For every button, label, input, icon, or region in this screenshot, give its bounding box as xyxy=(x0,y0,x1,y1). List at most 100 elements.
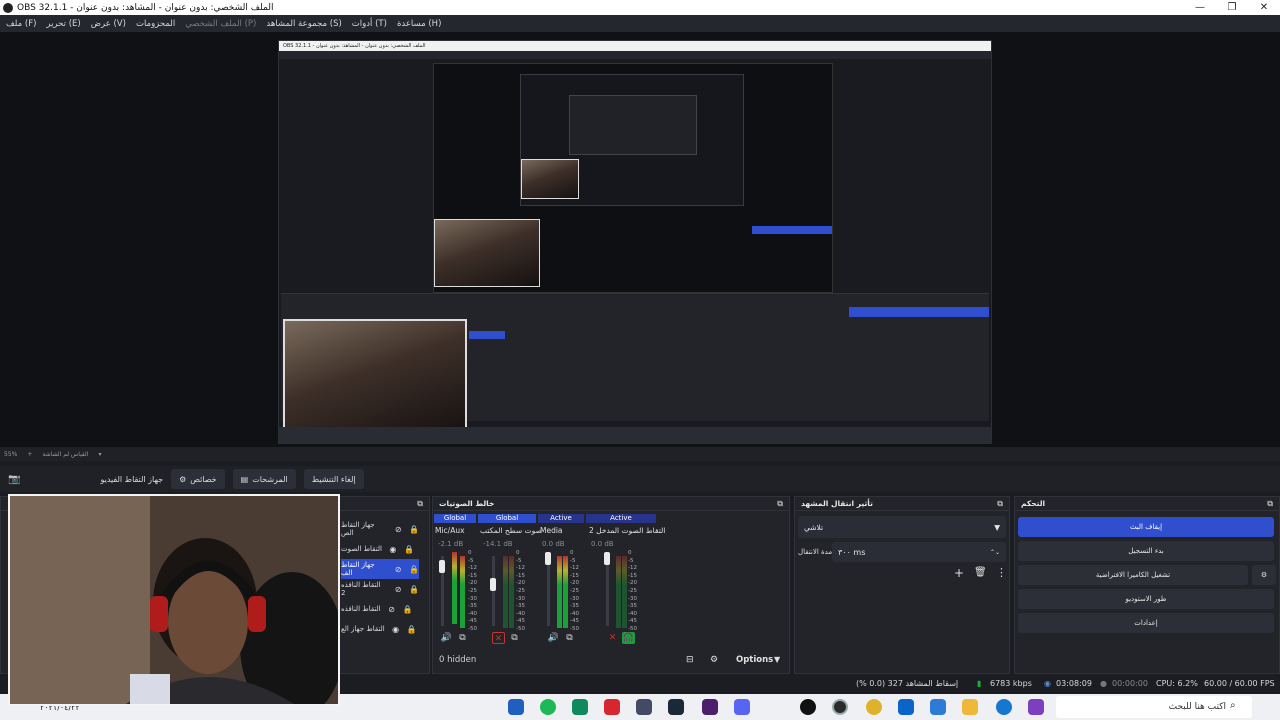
menu-file[interactable]: ملف (F) xyxy=(6,19,36,29)
dock-popout-icon[interactable]: ⧉ xyxy=(997,499,1003,509)
volume-fader[interactable] xyxy=(490,578,496,591)
eye-hidden-icon[interactable]: ⊘ xyxy=(393,564,403,574)
source-item[interactable]: التقاط النافذه 2 ⊘ 🔒 xyxy=(341,579,419,599)
lock-icon[interactable]: 🔒 xyxy=(404,544,414,554)
lock-icon[interactable]: 🔒 xyxy=(409,584,419,594)
spin-icon[interactable]: ⌃⌄ xyxy=(990,549,1000,556)
menu-help[interactable]: مساعدة (H) xyxy=(397,19,441,29)
monitor-icon[interactable]: ⧉ xyxy=(508,632,521,644)
eye-icon[interactable]: ◉ xyxy=(391,624,401,634)
taskbar-search[interactable]: اكتب هنا للبحث xyxy=(1056,696,1252,718)
app-icon[interactable] xyxy=(800,699,816,715)
source-item[interactable]: جهاز التقاط الص ⊘ 🔒 xyxy=(341,519,419,539)
scale-mode[interactable]: القياس لم الشاشة xyxy=(42,451,88,458)
menu-profile[interactable]: الملف الشخصي (P) xyxy=(185,19,256,29)
menu-tools[interactable]: أدوات (T) xyxy=(352,19,387,29)
duration-label: مدة الانتقال xyxy=(798,548,833,556)
lock-icon[interactable]: 🔒 xyxy=(409,564,419,574)
settings-button[interactable]: إعدادات xyxy=(1018,613,1274,633)
speaker-icon[interactable]: 🔊 xyxy=(547,632,560,644)
channel-name[interactable]: صوت سطح المكتب xyxy=(480,526,542,535)
speaker-muted-icon[interactable]: ✕ xyxy=(606,632,619,644)
speaker-icon[interactable]: 🔊 xyxy=(440,632,453,644)
monitor-icon[interactable]: ⧉ xyxy=(563,632,576,644)
lock-icon[interactable]: 🔒 xyxy=(409,524,419,534)
chrome-icon[interactable] xyxy=(866,699,882,715)
volume-fader[interactable] xyxy=(545,552,551,565)
source-label: التقاط جهاز الع xyxy=(341,625,385,633)
volume-fader[interactable] xyxy=(439,560,445,573)
channel-name[interactable]: Mic/Aux xyxy=(435,526,465,535)
menu-docks[interactable]: المحزومات xyxy=(136,19,175,29)
app-icon[interactable] xyxy=(1028,699,1044,715)
camera-icon[interactable]: 📷 xyxy=(8,474,20,485)
lock-icon[interactable]: 🔒 xyxy=(403,604,413,614)
layout-icon[interactable]: ⊟ xyxy=(686,655,694,665)
trash-icon[interactable]: 🗑 xyxy=(974,567,987,578)
source-item-selected[interactable]: جهاز التقاط الف ⊘ 🔒 xyxy=(341,559,419,579)
source-item[interactable]: التقاط الصوت ◉ 🔒 xyxy=(341,539,419,559)
eye-hidden-icon[interactable]: ⊘ xyxy=(393,584,403,594)
dock-popout-icon[interactable]: ⧉ xyxy=(417,499,423,509)
source-label: جهاز التقاط الف xyxy=(341,561,375,577)
outlook-icon[interactable] xyxy=(898,699,914,715)
gear-icon[interactable]: ⚙ xyxy=(710,655,718,665)
eye-icon[interactable]: ◉ xyxy=(388,544,398,554)
whatsapp-icon[interactable] xyxy=(540,699,556,715)
search-icon[interactable]: ⌕ xyxy=(1230,700,1236,711)
zoom-level[interactable]: 55% xyxy=(4,451,17,458)
restore-button[interactable]: ❐ xyxy=(1216,2,1248,13)
filters-button[interactable]: ▤ المرشحات xyxy=(232,469,296,489)
menu-edit[interactable]: تحرير (E) xyxy=(46,19,80,29)
channel-name[interactable]: Media xyxy=(540,526,563,535)
app-icon[interactable] xyxy=(636,699,652,715)
edge-icon[interactable] xyxy=(996,699,1012,715)
lock-icon[interactable]: 🔒 xyxy=(407,624,417,634)
menu-view[interactable]: عرض (V) xyxy=(91,19,126,29)
netflix-icon[interactable] xyxy=(604,699,620,715)
source-label: التقاط النافذه 2 xyxy=(341,581,381,597)
dock-popout-icon[interactable]: ⧉ xyxy=(1267,499,1273,509)
stop-stream-button[interactable]: إيقاف البث xyxy=(1018,517,1274,537)
scale-mode-chevron-icon[interactable]: ▾ xyxy=(98,451,101,458)
start-recording-button[interactable]: بدء التسجيل xyxy=(1018,541,1274,561)
volume-fader-track[interactable] xyxy=(547,556,550,626)
premiere-icon[interactable] xyxy=(702,699,718,715)
steam-icon[interactable] xyxy=(668,699,684,715)
eye-hidden-icon[interactable]: ⊘ xyxy=(387,604,397,614)
virtual-camera-button[interactable]: تشغيل الكاميرا الافتراضية xyxy=(1018,565,1248,585)
source-item[interactable]: التقاط جهاز الع ◉ 🔒 xyxy=(341,619,419,639)
properties-button[interactable]: ⚙ خصائص xyxy=(171,469,225,489)
more-icon[interactable]: ⋮ xyxy=(996,566,1007,579)
speaker-muted-icon[interactable]: ✕ xyxy=(492,632,505,644)
dock-popout-icon[interactable]: ⧉ xyxy=(777,499,783,509)
menu-scene-collection[interactable]: مجموعة المشاهد (S) xyxy=(266,19,341,29)
eye-hidden-icon[interactable]: ⊘ xyxy=(393,524,403,534)
defender-icon[interactable] xyxy=(508,699,524,715)
volume-fader-track[interactable] xyxy=(606,556,609,626)
source-item[interactable]: التقاط النافذه ⊘ 🔒 xyxy=(341,599,419,619)
virtual-camera-settings-icon[interactable]: ⚙ xyxy=(1252,565,1276,585)
folder-icon[interactable] xyxy=(962,699,978,715)
minimize-button[interactable]: — xyxy=(1184,2,1216,13)
monitor-icon[interactable]: ⧉ xyxy=(456,632,469,644)
store-icon[interactable] xyxy=(930,699,946,715)
cpu-usage: CPU: 6.2% xyxy=(1156,679,1198,688)
channel-name[interactable]: التقاط الصوت المدخل 2 xyxy=(589,526,665,535)
preview-canvas[interactable]: OBS 32.1.1 - الملف الشخصي: بدون عنوان - … xyxy=(0,32,1280,447)
discord-icon[interactable] xyxy=(734,699,750,715)
headphone-icon[interactable]: 🎧 xyxy=(622,632,635,644)
transition-select[interactable]: تلاشي ▼ xyxy=(798,516,1006,538)
duration-field[interactable]: ٣٠٠ ms ⌃⌄ xyxy=(832,542,1006,562)
zoom-add-icon[interactable]: + xyxy=(27,451,32,458)
deactivate-button[interactable]: إلغاء التنشيط xyxy=(303,469,364,489)
app-icon[interactable] xyxy=(572,699,588,715)
obs-taskbar-icon[interactable] xyxy=(832,699,848,715)
options-chevron-icon[interactable]: ▼ xyxy=(774,655,780,664)
volume-fader-track[interactable] xyxy=(492,556,495,626)
volume-fader[interactable] xyxy=(604,552,610,565)
studio-mode-button[interactable]: طور الاستوديو xyxy=(1018,589,1274,609)
options-button[interactable]: Options xyxy=(736,655,773,665)
close-button[interactable]: ✕ xyxy=(1248,2,1280,13)
add-transition-icon[interactable]: + xyxy=(954,566,964,580)
